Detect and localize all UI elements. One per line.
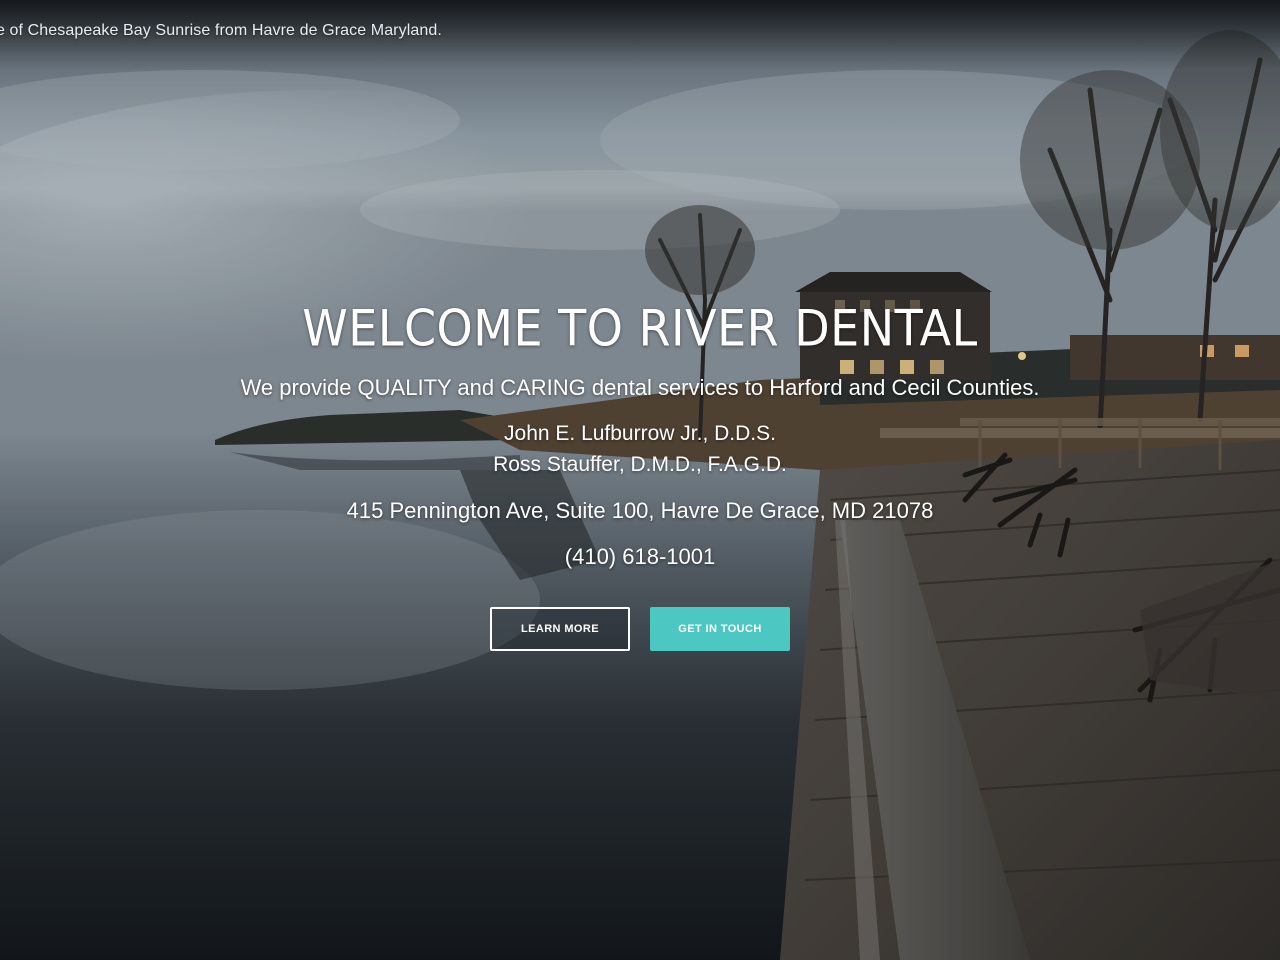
- hero-tagline: We provide QUALITY and CARING dental ser…: [240, 375, 1040, 400]
- learn-more-button[interactable]: LEARN MORE: [490, 607, 630, 651]
- page-title: WELCOME TO RIVER DENTAL: [302, 298, 978, 358]
- doctor-name: John E. Lufburrow Jr., D.D.S.: [504, 422, 776, 445]
- hero-section: e of Chesapeake Bay Sunrise from Havre d…: [0, 0, 1280, 960]
- practice-phone[interactable]: (410) 618-1001: [0, 543, 1280, 571]
- get-in-touch-button[interactable]: GET IN TOUCH: [650, 607, 790, 651]
- doctor-name: Ross Stauffer, D.M.D., F.A.G.D.: [493, 453, 787, 476]
- hero-background-photo: [0, 0, 1280, 960]
- hero-image-caption: e of Chesapeake Bay Sunrise from Havre d…: [0, 22, 442, 39]
- practice-address: 415 Pennington Ave, Suite 100, Havre De …: [346, 498, 934, 523]
